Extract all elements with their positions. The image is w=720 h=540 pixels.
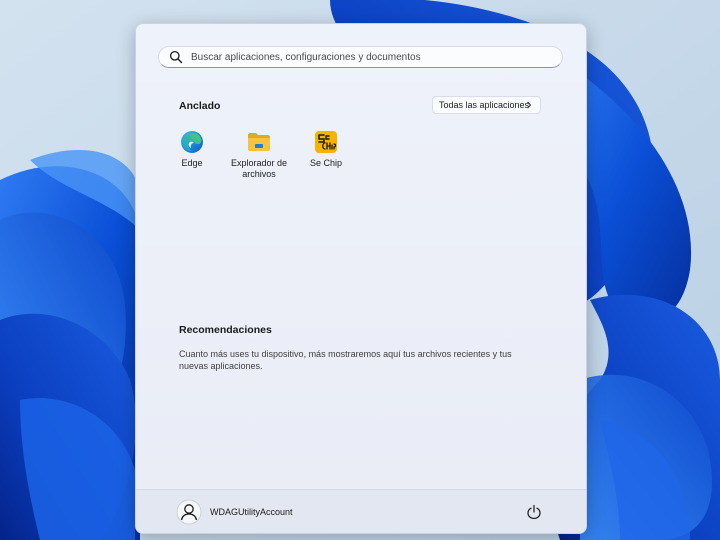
pinned-app-se-chip[interactable]: Se Chip xyxy=(293,128,359,188)
sechip-icon xyxy=(315,131,337,153)
all-apps-label: Todas las aplicaciones xyxy=(439,100,530,110)
power-icon[interactable] xyxy=(526,504,542,520)
app-label: Explorador de archivos xyxy=(230,158,288,179)
folder-icon xyxy=(248,133,270,151)
recommended-section-title: Recomendaciones xyxy=(179,324,272,336)
all-apps-button[interactable]: Todas las aplicaciones xyxy=(432,96,541,114)
user-name: WDAGUtilityAccount xyxy=(210,507,293,517)
search-input[interactable] xyxy=(191,51,551,63)
start-footer: WDAGUtilityAccount xyxy=(136,489,586,533)
edge-icon xyxy=(181,131,203,153)
user-account-button[interactable]: WDAGUtilityAccount xyxy=(176,498,293,526)
search-box[interactable] xyxy=(158,46,563,68)
chevron-right-icon xyxy=(527,101,532,109)
pinned-app-file-explorer[interactable]: Explorador de archivos xyxy=(226,128,292,188)
search-icon xyxy=(169,50,183,64)
recommended-empty-text: Cuanto más uses tu dispositivo, más most… xyxy=(179,349,512,371)
app-label: Edge xyxy=(181,158,203,168)
user-avatar-icon xyxy=(176,499,202,525)
start-menu: Anclado Todas las aplicaciones Edge xyxy=(135,23,587,534)
app-label: Se Chip xyxy=(309,158,343,168)
pinned-section-title: Anclado xyxy=(179,100,221,112)
pinned-app-edge[interactable]: Edge xyxy=(159,128,225,188)
